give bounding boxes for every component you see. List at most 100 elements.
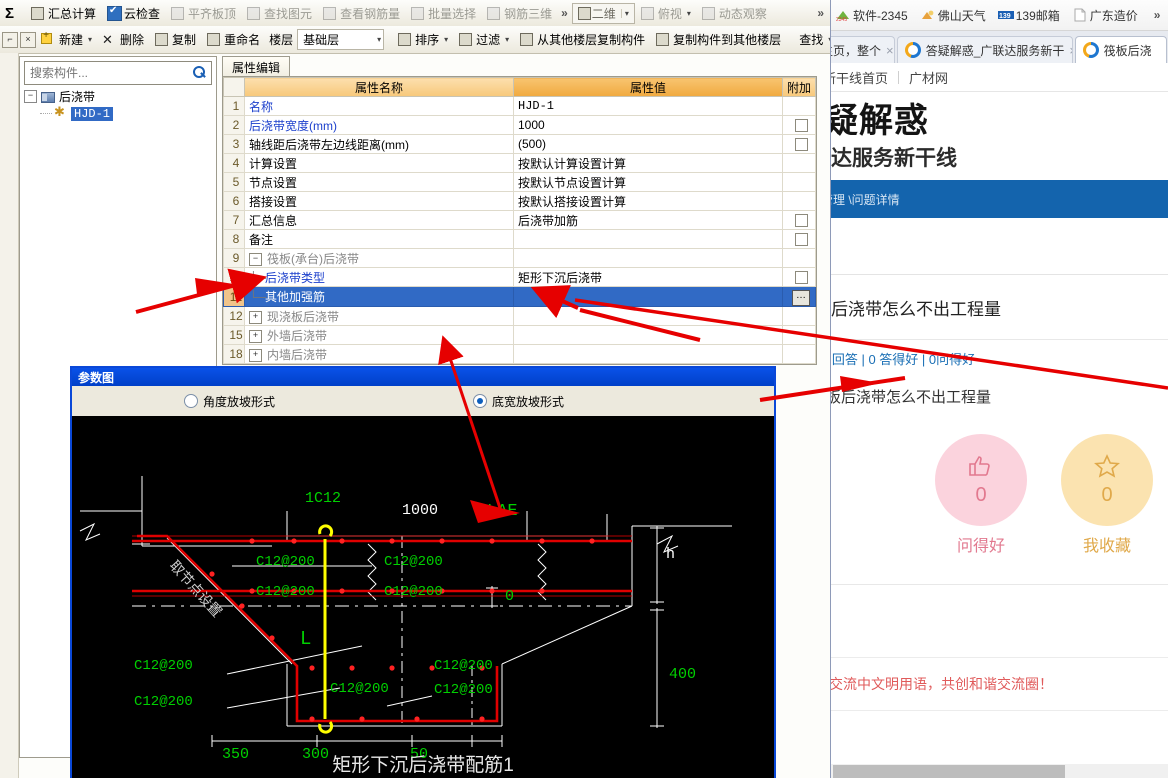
attach-checkbox[interactable] (794, 214, 808, 228)
tree-collapse-toggle[interactable]: − (24, 90, 37, 103)
action-favorite[interactable]: 0 我收藏 (1059, 434, 1155, 556)
view-angle-button[interactable]: 俯视 ▾ (635, 1, 696, 25)
row-name[interactable]: + 内墙后浇带 (244, 344, 514, 364)
row-value[interactable]: 按默认计算设置计算 (513, 153, 783, 173)
row-value[interactable]: 1000 (513, 115, 783, 135)
favorite-bubble[interactable]: 0 (1061, 434, 1153, 526)
group-expand-toggle[interactable]: + (249, 310, 262, 324)
toolbar-btn-view-rebar[interactable]: 查看钢筋量 (317, 1, 405, 25)
toolbar-btn-batch-select[interactable]: 批量选择 (405, 1, 481, 25)
search-input[interactable] (25, 63, 189, 83)
row-value[interactable] (513, 306, 783, 326)
row-attach[interactable] (782, 306, 816, 326)
row-value[interactable]: 矩形下沉后浇带 (513, 267, 783, 287)
table-row[interactable]: 3 轴线距后浇带左边线距离(mm) (500) (223, 134, 816, 154)
delete-component-button[interactable]: ✕ 删除 (97, 28, 149, 52)
group-expand-toggle[interactable]: + (249, 329, 262, 343)
row-name[interactable]: 搭接设置 (244, 191, 514, 211)
row-value[interactable]: 按默认搭接设置计算 (513, 191, 783, 211)
attach-checkbox[interactable] (794, 271, 808, 285)
search-button[interactable]: 查找 ▾ (794, 28, 830, 52)
bookmark-gdzj[interactable]: 广东造价 (1072, 7, 1138, 24)
group-collapse-toggle[interactable]: − (249, 252, 262, 266)
view-dimension-select[interactable]: 二维 ▾ (571, 2, 635, 24)
row-value[interactable] (513, 325, 783, 345)
row-attach[interactable] (782, 229, 816, 249)
col-attach[interactable]: 附加 (782, 77, 816, 97)
table-row[interactable]: 9 − 筏板(承台)后浇带 (223, 248, 816, 268)
restore-window-button[interactable]: ⌐ (2, 31, 18, 48)
toolbar-btn-sum-calc[interactable]: 汇总计算 (25, 1, 101, 25)
toolbar-overflow-chevron[interactable]: » (557, 6, 572, 20)
copy-to-floor-button[interactable]: 复制构件到其他楼层 (650, 28, 786, 52)
row-name[interactable]: 名称 (244, 96, 514, 116)
row-attach[interactable] (782, 153, 816, 173)
toolbar-btn-rebar-3d[interactable]: 钢筋三维 (481, 1, 557, 25)
close-icon[interactable]: × (1069, 43, 1071, 58)
toolbar-btn-align-slab[interactable]: 平齐板顶 (165, 1, 241, 25)
filter-button[interactable]: 过滤 ▾ (453, 28, 514, 52)
toolbar-btn-find-element[interactable]: 查找图元 (241, 1, 317, 25)
diagram-canvas[interactable]: 1C12 1000 LAE C12@200 C12@200 C12@200 C1… (72, 416, 774, 776)
row-name[interactable]: + 现浇板后浇带 (244, 306, 514, 326)
row-attach[interactable] (782, 134, 816, 154)
row-attach[interactable] (782, 248, 816, 268)
tree-node-root[interactable]: − 后浇带 (24, 88, 210, 105)
row-attach[interactable] (782, 267, 816, 287)
row-attach[interactable]: … (782, 286, 816, 307)
row-name[interactable]: └─其他加强筋 (244, 286, 514, 307)
row-value[interactable]: (500) (513, 134, 783, 154)
horizontal-scrollbar[interactable] (831, 764, 1168, 778)
rename-component-button[interactable]: 重命名 (201, 28, 265, 52)
ellipsis-button[interactable]: … (792, 290, 810, 306)
toolbar-overflow-chevron-right[interactable]: » (813, 6, 830, 20)
row-value[interactable] (513, 344, 783, 364)
row-attach[interactable] (782, 325, 816, 345)
attach-checkbox[interactable] (794, 233, 808, 247)
row-name[interactable]: 后浇带宽度(mm) (244, 115, 514, 135)
table-row[interactable]: 5 节点设置 按默认节点设置计算 (223, 172, 816, 192)
table-row[interactable]: 15 + 外墙后浇带 (223, 325, 816, 345)
bookmark-2345[interactable]: 2345 软件-2345 (835, 7, 908, 24)
table-row[interactable]: 11 └─其他加强筋 … (223, 286, 816, 307)
row-name[interactable]: 汇总信息 (244, 210, 514, 230)
bookmark-weather[interactable]: 佛山天气 (920, 7, 986, 24)
copy-component-button[interactable]: 复制 (149, 28, 201, 52)
table-row[interactable]: 10 ├─后浇带类型 矩形下沉后浇带 (223, 267, 816, 287)
row-attach[interactable] (782, 115, 816, 135)
magnifier-icon[interactable] (189, 63, 211, 83)
row-name[interactable]: 备注 (244, 229, 514, 249)
dynamic-observe-button[interactable]: 动态观察 (696, 1, 772, 25)
attach-checkbox[interactable] (794, 138, 808, 152)
sort-button[interactable]: 排序 ▾ (392, 28, 453, 52)
table-row[interactable]: 18 + 内墙后浇带 (223, 344, 816, 364)
toolbar-btn-cloud-check[interactable]: 云检查 (101, 1, 165, 25)
tree-node-item[interactable]: HJD-1 (24, 104, 210, 122)
col-property-value[interactable]: 属性值 (513, 77, 783, 97)
nav-link-home[interactable]: 新干线首页 (831, 68, 888, 87)
close-window-button[interactable]: × (20, 31, 36, 48)
row-attach[interactable] (782, 191, 816, 211)
bookmark-mail139[interactable]: 139 139邮箱 (997, 7, 1060, 24)
radio-angle-slope[interactable]: 角度放坡形式 (184, 393, 275, 410)
nav-link-gcw[interactable]: 广材网 (909, 68, 948, 87)
row-attach[interactable] (782, 344, 816, 364)
table-row[interactable]: 2 后浇带宽度(mm) 1000 (223, 115, 816, 135)
table-row[interactable]: 6 搭接设置 按默认搭接设置计算 (223, 191, 816, 211)
tab-qa[interactable]: 答疑解惑_广联达服务新干 × (896, 36, 1073, 63)
copy-from-floor-button[interactable]: 从其他楼层复制构件 (514, 28, 650, 52)
row-name[interactable]: − 筏板(承台)后浇带 (244, 248, 514, 268)
group-expand-toggle[interactable]: + (249, 348, 262, 362)
row-attach[interactable] (782, 96, 816, 116)
toolbar-btn-sigma[interactable] (0, 1, 25, 25)
row-name[interactable]: + 外墙后浇带 (244, 325, 514, 345)
attach-checkbox[interactable] (794, 119, 808, 133)
new-component-button[interactable]: 新建 ▾ (36, 28, 97, 52)
row-value[interactable]: 按默认节点设置计算 (513, 172, 783, 192)
row-name[interactable]: 轴线距后浇带左边线距离(mm) (244, 134, 514, 154)
row-value[interactable] (513, 229, 783, 249)
row-value[interactable] (513, 248, 783, 268)
good-question-bubble[interactable]: 0 (935, 434, 1027, 526)
close-icon[interactable]: × (886, 43, 894, 58)
component-search[interactable] (24, 61, 212, 85)
